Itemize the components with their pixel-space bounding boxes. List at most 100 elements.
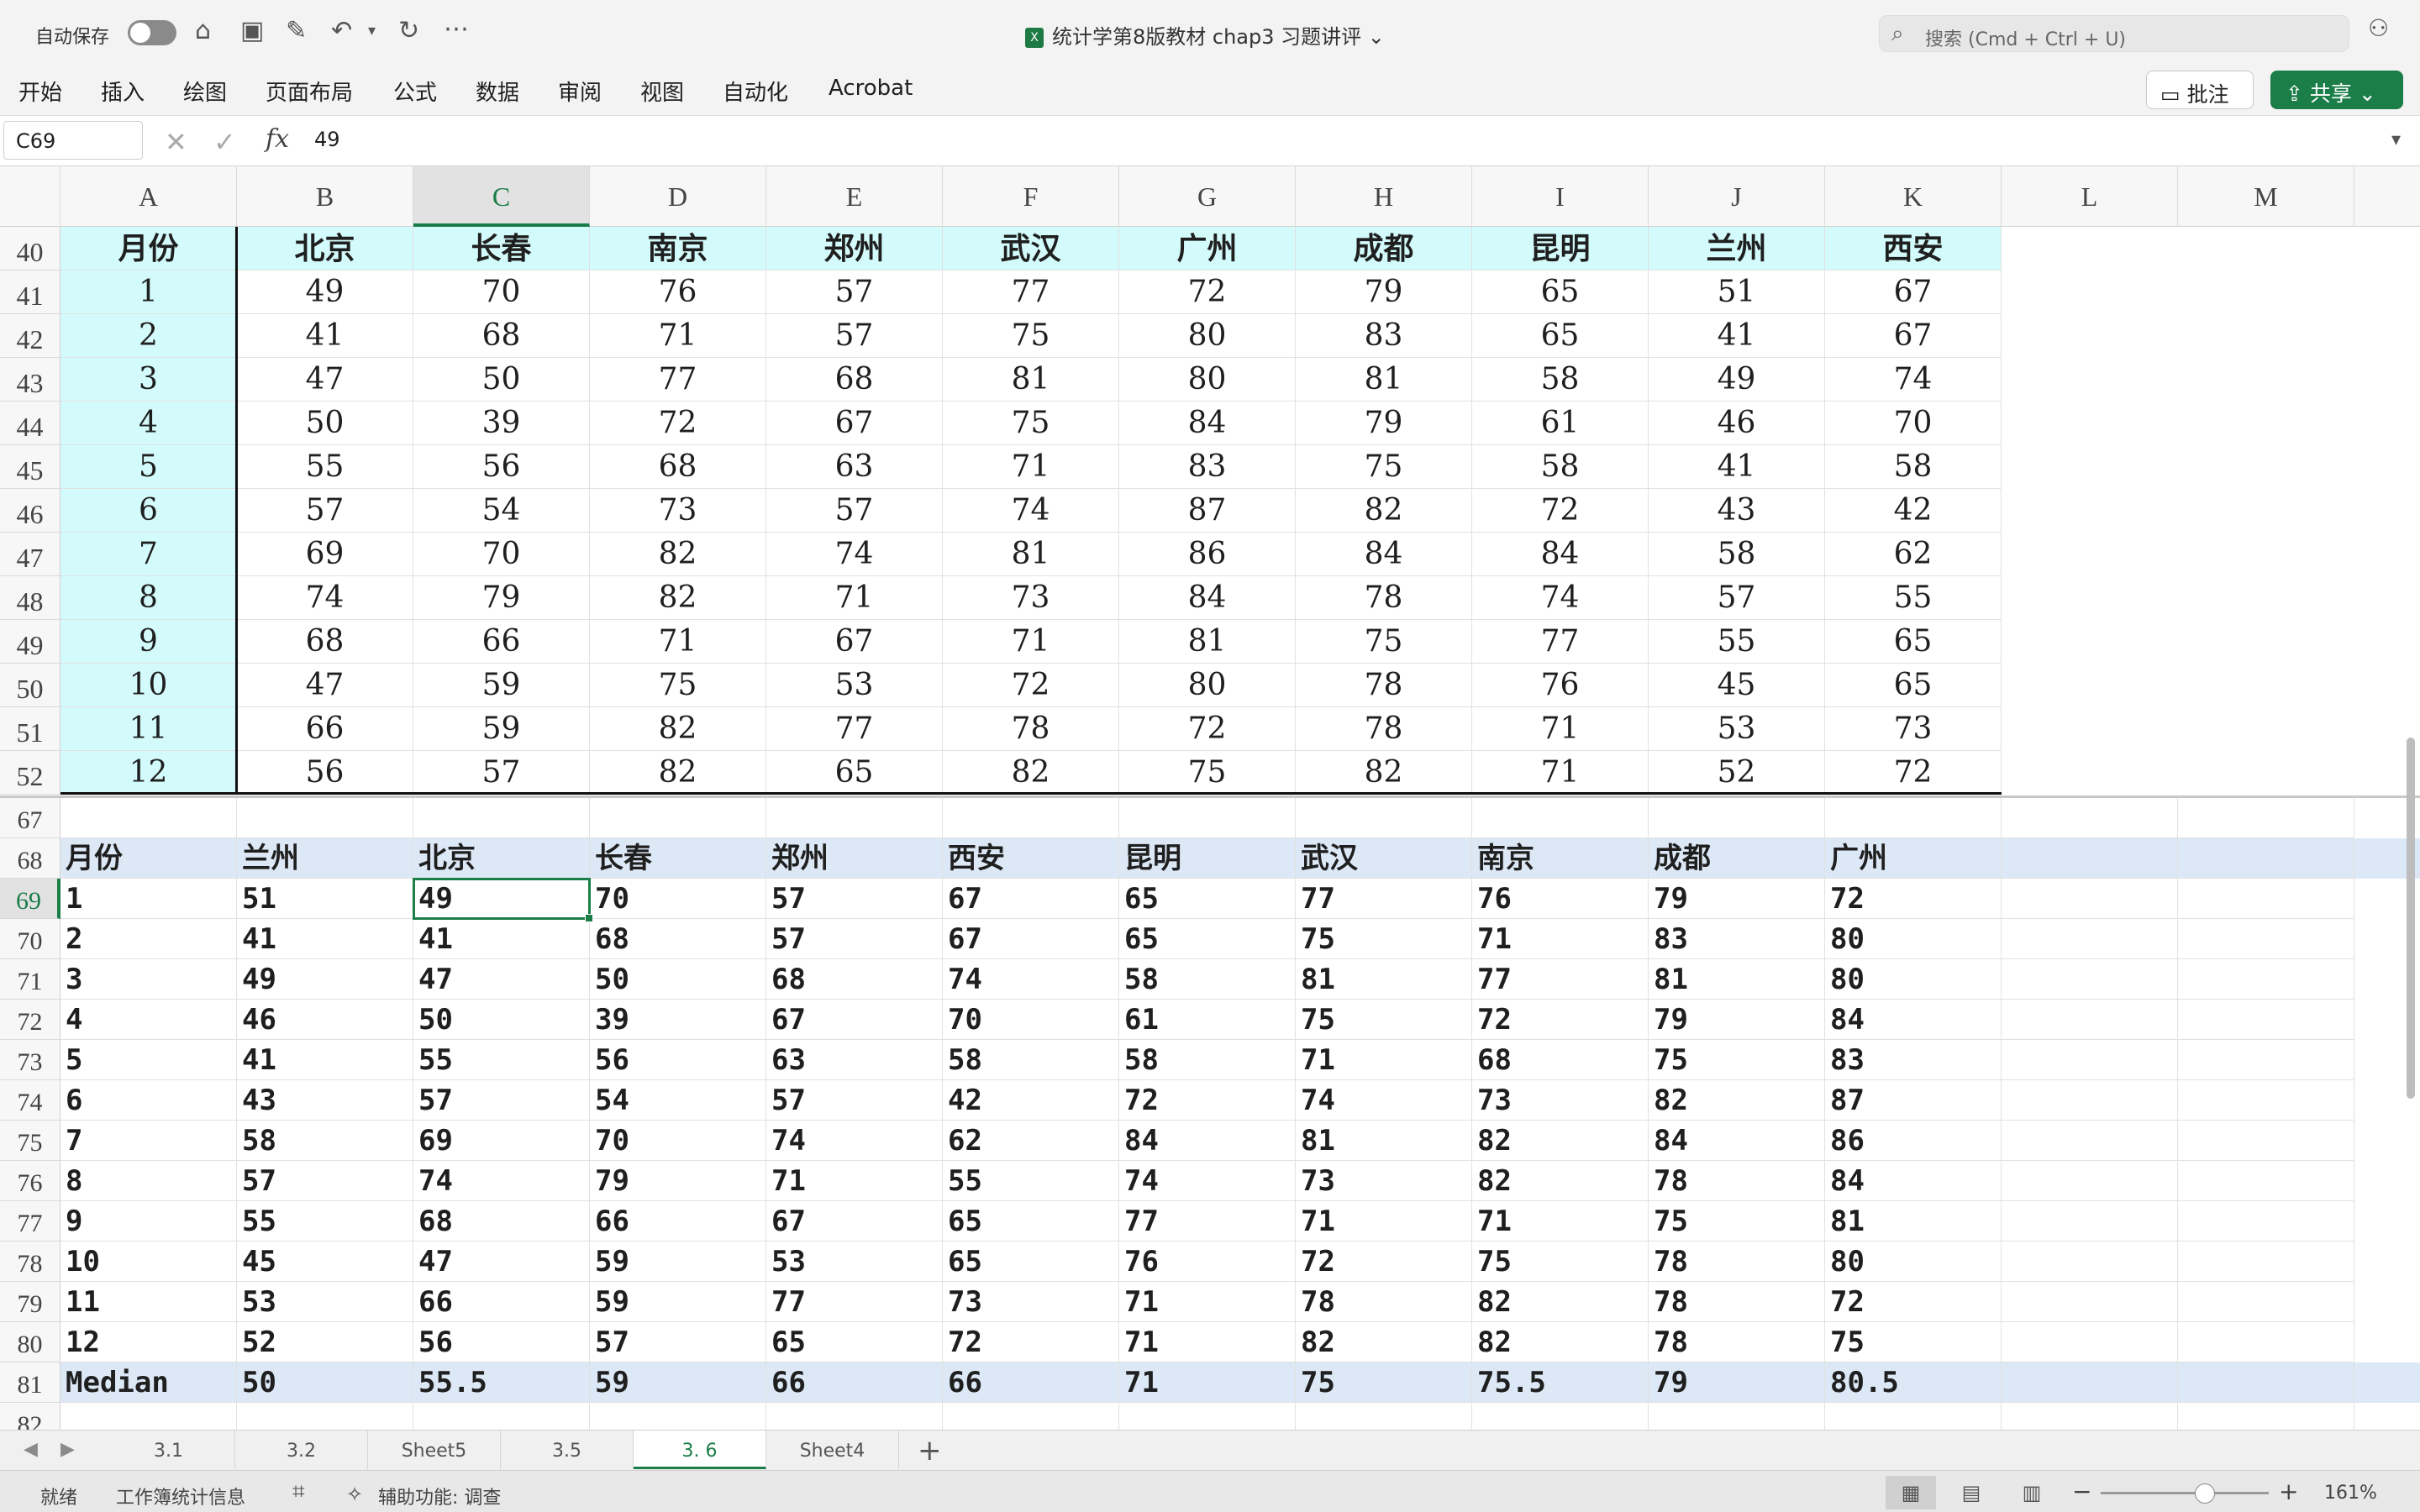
cell[interactable]: 50	[590, 959, 766, 1000]
cell[interactable]	[413, 798, 590, 838]
cell[interactable]	[2178, 1040, 2354, 1080]
account-icon[interactable]: ⚇	[2368, 17, 2389, 40]
row-header[interactable]: 48	[0, 576, 60, 620]
cell[interactable]	[2178, 1161, 2354, 1201]
cell[interactable]: 65	[1119, 919, 1296, 959]
cell[interactable]: 71	[1119, 1362, 1296, 1403]
cell[interactable]: 82	[590, 707, 766, 751]
cell[interactable]: 77	[943, 270, 1119, 314]
cell[interactable]: 67	[943, 879, 1119, 919]
tab-review[interactable]: 审阅	[558, 76, 602, 107]
cell[interactable]: 57	[766, 489, 943, 533]
cell[interactable]: 67	[766, 402, 943, 445]
cell[interactable]: 2	[60, 314, 237, 358]
cell[interactable]: 57	[766, 314, 943, 358]
cell[interactable]	[943, 1403, 1119, 1430]
cell[interactable]: 72	[1825, 879, 2002, 919]
cell[interactable]	[1296, 798, 1472, 838]
row-header[interactable]: 82	[0, 1403, 60, 1430]
cell[interactable]: 74	[943, 959, 1119, 1000]
cell[interactable]: 72	[1825, 751, 2002, 795]
more-icon[interactable]: ⋯	[444, 17, 469, 42]
row-header[interactable]: 72	[0, 1000, 60, 1040]
undo-dropdown-icon[interactable]: ▾	[368, 24, 376, 39]
cell[interactable]: 6	[60, 489, 237, 533]
cell[interactable]: 50	[413, 1000, 590, 1040]
cell[interactable]: 84	[1825, 1161, 2002, 1201]
cell[interactable]: 73	[943, 576, 1119, 620]
cell[interactable]	[2002, 1000, 2178, 1040]
cell[interactable]	[2002, 1403, 2178, 1430]
cell[interactable]: 80.5	[1825, 1362, 2002, 1403]
cell[interactable]: 66	[943, 1362, 1119, 1403]
cell[interactable]: 68	[766, 959, 943, 1000]
cell[interactable]: 武汉	[943, 227, 1119, 270]
cell[interactable]: 53	[766, 1242, 943, 1282]
cell[interactable]: 74	[413, 1161, 590, 1201]
cell[interactable]	[413, 1403, 590, 1430]
cell[interactable]: 55	[1649, 620, 1825, 664]
cell[interactable]: 75	[943, 402, 1119, 445]
cell[interactable]	[2178, 798, 2354, 838]
cell[interactable]: 兰州	[237, 838, 413, 879]
row-header[interactable]: 44	[0, 402, 60, 445]
cell[interactable]: 10	[60, 1242, 237, 1282]
cell[interactable]	[2178, 879, 2354, 919]
cell[interactable]: 68	[413, 1201, 590, 1242]
column-header-m[interactable]: M	[2178, 166, 2354, 227]
cell[interactable]: 55	[413, 1040, 590, 1080]
cell[interactable]	[2002, 1040, 2178, 1080]
cell[interactable]: 67	[1825, 314, 2002, 358]
cell[interactable]: 71	[1472, 751, 1649, 795]
cell[interactable]: 武汉	[1296, 838, 1472, 879]
cell[interactable]: 75	[1296, 919, 1472, 959]
cell[interactable]: 65	[1825, 664, 2002, 707]
row-header[interactable]: 74	[0, 1080, 60, 1121]
cell[interactable]	[766, 1403, 943, 1430]
cell[interactable]: 71	[1119, 1282, 1296, 1322]
cell[interactable]: 57	[766, 1080, 943, 1121]
column-header-l[interactable]: L	[2002, 166, 2178, 227]
column-header-b[interactable]: B	[237, 166, 413, 227]
cell[interactable]: 70	[413, 270, 590, 314]
cell[interactable]: 72	[1119, 1080, 1296, 1121]
cell[interactable]: 76	[1119, 1242, 1296, 1282]
cell[interactable]: 6	[60, 1080, 237, 1121]
cell[interactable]: 68	[590, 919, 766, 959]
cell[interactable]: 72	[1296, 1242, 1472, 1282]
cell[interactable]: 72	[943, 664, 1119, 707]
cell[interactable]: 82	[1296, 489, 1472, 533]
cell[interactable]: 74	[237, 576, 413, 620]
cell[interactable]: 78	[1296, 664, 1472, 707]
cell[interactable]	[766, 798, 943, 838]
cell[interactable]: 66	[590, 1201, 766, 1242]
cell[interactable]: 81	[1296, 1121, 1472, 1161]
cell[interactable]: 57	[766, 919, 943, 959]
cell[interactable]	[237, 1403, 413, 1430]
cell[interactable]: 50	[237, 1362, 413, 1403]
cell[interactable]: 72	[1825, 1282, 2002, 1322]
cell[interactable]: 57	[766, 270, 943, 314]
cell[interactable]: 57	[590, 1322, 766, 1362]
cell[interactable]	[1825, 1403, 2002, 1430]
cell[interactable]: 41	[1649, 314, 1825, 358]
cell[interactable]: 4	[60, 1000, 237, 1040]
cell[interactable]: 83	[1649, 919, 1825, 959]
row-header[interactable]: 81	[0, 1362, 60, 1403]
column-header-k[interactable]: K	[1825, 166, 2002, 227]
tab-data[interactable]: 数据	[476, 76, 519, 107]
redo-icon[interactable]: ↻	[398, 18, 419, 44]
cell[interactable]: 月份	[60, 838, 237, 879]
cell[interactable]	[2002, 1322, 2178, 1362]
cell[interactable]	[1825, 798, 2002, 838]
cell[interactable]	[2178, 1000, 2354, 1040]
cell[interactable]: 46	[1649, 402, 1825, 445]
cell[interactable]: 84	[1296, 533, 1472, 576]
row-header[interactable]: 75	[0, 1121, 60, 1161]
cell[interactable]: 84	[1649, 1121, 1825, 1161]
cell[interactable]: 57	[1649, 576, 1825, 620]
confirm-icon[interactable]: ✓	[213, 126, 236, 158]
cell[interactable]: 47	[413, 1242, 590, 1282]
cell[interactable]: 82	[1472, 1161, 1649, 1201]
cell[interactable]: 82	[943, 751, 1119, 795]
